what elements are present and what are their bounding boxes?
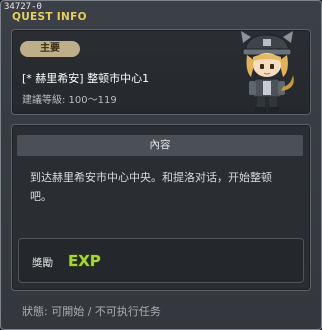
- exp-text: EXP: [68, 252, 101, 270]
- recommended-level: 建議等級: 100～119: [22, 95, 117, 106]
- quest-description-line-1: 到达赫里希安市中心中央。和提洛对话，开始整顿: [30, 171, 272, 184]
- window-title: QUEST INFO: [12, 11, 87, 23]
- quest-category-badge: 主要: [20, 41, 80, 57]
- reward-label: 獎勵: [32, 257, 53, 269]
- content-section-header: 內容: [17, 135, 303, 156]
- quest-name: [* 赫里希安] 整顿市中心1: [22, 72, 150, 85]
- quest-status: 狀態: 可開始 / 不可执行任务: [22, 305, 161, 318]
- character-avatar-icon: [241, 31, 294, 112]
- quest-description-line-2: 吧。: [30, 190, 52, 203]
- reward-panel: [18, 238, 304, 283]
- quest-info-window: 34727-0 QUEST INFO 主要 [* 赫里希安] 整顿市中心1 建議…: [0, 0, 322, 330]
- exp-icon: EXP: [67, 251, 101, 270]
